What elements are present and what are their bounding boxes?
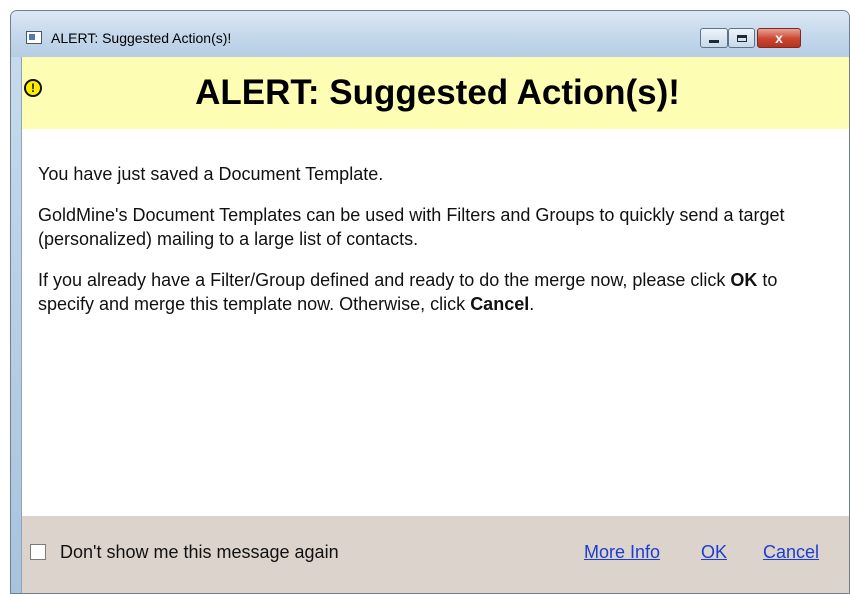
message-body: You have just saved a Document Template.… [38,162,838,333]
paragraph-3-ok-emphasis: OK [730,270,758,290]
dialog-content: ! ALERT: Suggested Action(s)! You have j… [21,57,849,593]
dont-show-again-checkbox[interactable] [30,544,46,560]
close-icon: x [775,30,783,46]
alert-window: ALERT: Suggested Action(s)! x ! ALERT: S… [10,10,850,594]
app-window-icon [26,31,42,44]
paragraph-3-cancel-emphasis: Cancel [470,294,530,314]
minimize-button[interactable] [700,28,728,48]
title-bar[interactable]: ALERT: Suggested Action(s)! x [11,11,849,57]
paragraph-3-text-start: If you already have a Filter/Group defin… [38,270,731,290]
more-info-link[interactable]: More Info [584,542,660,563]
message-paragraph-1: You have just saved a Document Template. [38,164,384,184]
ok-link[interactable]: OK [701,542,727,563]
banner-title: ALERT: Suggested Action(s)! [195,73,680,112]
maximize-icon [736,34,747,42]
cancel-link[interactable]: Cancel [763,542,819,563]
alert-banner: ! ALERT: Suggested Action(s)! [22,57,849,129]
dialog-footer: Don't show me this message again More In… [22,516,849,593]
paragraph-3-text-end: . [529,294,535,314]
minimize-icon [709,39,719,43]
maximize-button[interactable] [728,28,755,48]
window-title: ALERT: Suggested Action(s)! [51,30,232,46]
close-button[interactable]: x [757,28,801,48]
message-paragraph-3: If you already have a Filter/Group defin… [38,268,838,316]
message-paragraph-2: GoldMine's Document Templates can be use… [38,205,785,249]
dont-show-again-label[interactable]: Don't show me this message again [60,542,339,563]
